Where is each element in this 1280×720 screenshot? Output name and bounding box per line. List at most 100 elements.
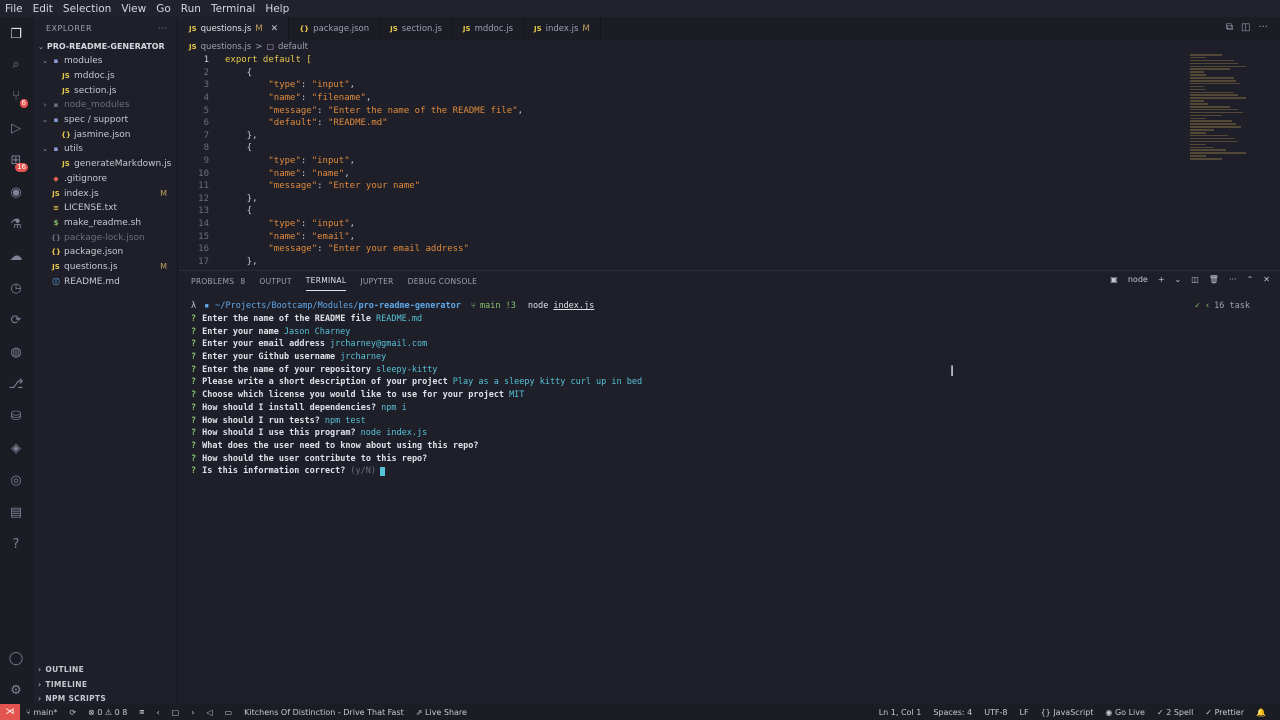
question-mark: ? (191, 466, 197, 477)
help-icon[interactable]: ? (7, 535, 25, 553)
next-track-icon[interactable]: › (185, 708, 200, 717)
npm-scripts-section[interactable]: › NPM SCRIPTS (34, 691, 178, 705)
now-playing[interactable]: Kitchens Of Distinction - Drive That Fas… (238, 708, 410, 717)
more-actions-icon[interactable]: ··· (1229, 275, 1237, 284)
terminal-shell-label[interactable]: node (1128, 275, 1148, 284)
chevron-down-icon[interactable]: ⌄ (1175, 275, 1182, 284)
prompt-command-arg[interactable]: index.js (553, 301, 594, 311)
git-graph-icon[interactable]: ⎇ (7, 375, 25, 393)
menu-go[interactable]: Go (151, 3, 176, 15)
panel-tab-debug-console[interactable]: DEBUG CONSOLE (408, 271, 478, 291)
more-actions-icon[interactable]: ··· (1258, 22, 1268, 33)
spotify-icon[interactable]: ▭ (219, 708, 239, 717)
timeline-icon[interactable]: ◷ (7, 279, 25, 297)
remote-icon[interactable]: ⋊ (0, 704, 20, 720)
volume-icon[interactable]: ◁ (200, 708, 218, 717)
maximize-panel-icon[interactable]: ⌃ (1247, 275, 1254, 284)
tree-file[interactable]: ⓘ README.md (34, 274, 177, 289)
split-terminal-icon[interactable]: ◫ (1191, 275, 1199, 284)
menu-file[interactable]: File (0, 3, 28, 15)
run-debug-icon[interactable]: ▷ (7, 119, 25, 137)
explorer-icon[interactable]: ❐ (7, 25, 25, 43)
testing-icon[interactable]: ⚗ (7, 215, 25, 233)
tab-index-js[interactable]: JS index.js M (524, 17, 601, 40)
panel-tab-jupyter[interactable]: JUPYTER (360, 271, 393, 291)
end-of-line[interactable]: LF (1014, 708, 1035, 717)
layout-icon[interactable]: ⧈ (133, 707, 150, 717)
search-icon[interactable]: ⌕ (7, 55, 25, 73)
live-share-icon[interactable]: ⟳ (7, 311, 25, 329)
open-changes-icon[interactable]: ⧉ (1226, 22, 1233, 33)
minimap[interactable] (1190, 54, 1270, 164)
panel-tab-problems[interactable]: PROBLEMS 8 (191, 271, 245, 291)
tree-file[interactable]: JS generateMarkdown.js (34, 157, 177, 172)
close-icon[interactable]: ✕ (271, 24, 279, 34)
tree-file[interactable]: JS questions.js M (34, 260, 177, 275)
bell-icon[interactable]: 🔔 (1250, 708, 1272, 717)
problems-count[interactable]: ⊗ 0 ⚠ 0 8 (82, 708, 133, 717)
cursor-position[interactable]: Ln 1, Col 1 (873, 708, 928, 717)
add-terminal-icon[interactable]: + (1158, 275, 1165, 284)
tab-questions-js[interactable]: JS questions.js M ✕ (179, 17, 290, 40)
tree-file[interactable]: JS section.js (34, 83, 177, 98)
terminal-output[interactable]: λ ▪ ~/Projects/Bootcamp/Modules/ pro-rea… (191, 300, 1271, 478)
js-file-icon: JS (189, 42, 197, 51)
github-icon[interactable]: ◎ (7, 471, 25, 489)
tree-folder[interactable]: › ▪ node_modules (34, 98, 177, 113)
remote-explorer-icon[interactable]: ◉ (7, 183, 25, 201)
close-icon[interactable]: ✕ (1263, 275, 1270, 284)
docker-icon[interactable]: ☁ (7, 247, 25, 265)
breadcrumb-symbol[interactable]: default (278, 42, 308, 52)
tree-file[interactable]: JS index.js M (34, 186, 177, 201)
tree-folder[interactable]: ⌄ ▪ utils (34, 142, 177, 157)
stop-icon[interactable]: ▢ (166, 708, 186, 717)
account-icon[interactable]: ◯ (7, 649, 25, 667)
tree-file[interactable]: {} package-lock.json (34, 230, 177, 245)
menu-run[interactable]: Run (176, 3, 206, 15)
tree-folder[interactable]: ⌄ ▪ spec / support (34, 113, 177, 128)
menu-selection[interactable]: Selection (58, 3, 116, 15)
workspace-root[interactable]: ⌄ PRO-README-GENERATOR (34, 39, 177, 54)
tree-file[interactable]: {} jasmine.json (34, 127, 177, 142)
live-share-item[interactable]: ⇗ Live Share (410, 708, 473, 717)
code-editor[interactable]: 1 export default [2 {3 "type": "input", 4 … (179, 54, 1280, 268)
spotify-icon[interactable]: ◍ (7, 343, 25, 361)
task-indicator[interactable]: ✓ ‹ 16 task (1195, 301, 1250, 311)
extensions-icon[interactable]: ⊞ 16 (7, 151, 28, 172)
notebook-icon[interactable]: ▤ (7, 503, 25, 521)
database-icon[interactable]: ⛁ (7, 407, 25, 425)
tree-file[interactable]: ≡ LICENSE.txt (34, 201, 177, 216)
panel-tab-terminal[interactable]: TERMINAL (305, 271, 347, 291)
tab-section-js[interactable]: JS section.js (380, 17, 453, 40)
source-control-icon[interactable]: ⑂ 6 (7, 87, 28, 108)
menu-edit[interactable]: Edit (28, 3, 58, 15)
sync-icon[interactable]: ⟳ (63, 708, 82, 717)
tab-package-json[interactable]: {} package.json (289, 17, 381, 40)
tree-file[interactable]: {} package.json (34, 245, 177, 260)
branch-item[interactable]: ⑂ main* (20, 708, 63, 717)
outline-section[interactable]: › OUTLINE (34, 662, 178, 676)
tree-file[interactable]: ◆ .gitignore (34, 172, 177, 187)
prev-track-icon[interactable]: ‹ (150, 708, 165, 717)
settings-gear-icon[interactable]: ⚙ (7, 681, 25, 699)
split-editor-icon[interactable]: ◫ (1241, 22, 1250, 33)
spell-item[interactable]: ✓ 2 Spell (1151, 708, 1199, 717)
trash-icon[interactable]: 🗑 (1209, 275, 1219, 284)
encoding[interactable]: UTF-8 (978, 708, 1013, 717)
panel-tab-output[interactable]: OUTPUT (259, 271, 291, 291)
tab-mddoc-js[interactable]: JS mddoc.js (453, 17, 524, 40)
go-live-item[interactable]: ◉ Go Live (1099, 708, 1151, 717)
menu-help[interactable]: Help (260, 3, 294, 15)
breadcrumb-file[interactable]: questions.js (201, 42, 252, 52)
tree-file[interactable]: $ make_readme.sh (34, 216, 177, 231)
menu-view[interactable]: View (116, 3, 151, 15)
tree-folder[interactable]: ⌄ ▪ modules (34, 54, 177, 69)
language-item[interactable]: {} JavaScript (1035, 708, 1100, 717)
prettier-item[interactable]: ✓ Prettier (1199, 708, 1250, 717)
menu-terminal[interactable]: Terminal (206, 3, 260, 15)
layers-icon[interactable]: ◈ (7, 439, 25, 457)
indentation[interactable]: Spaces: 4 (927, 708, 978, 717)
more-actions-icon[interactable]: ··· (158, 24, 167, 33)
tree-file[interactable]: JS mddoc.js (34, 69, 177, 84)
timeline-section[interactable]: › TIMELINE (34, 677, 178, 691)
